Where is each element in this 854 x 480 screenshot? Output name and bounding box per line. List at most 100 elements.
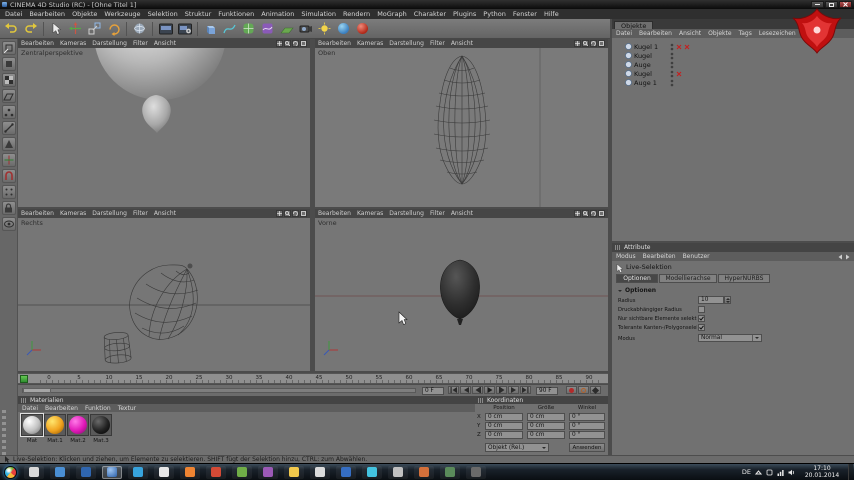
- model-mode-button[interactable]: [1, 57, 16, 71]
- lock-button[interactable]: [1, 201, 16, 215]
- workplane-mode-button[interactable]: [1, 89, 16, 103]
- attr-tab-hypernurbs[interactable]: HyperNURBS: [718, 274, 770, 283]
- coordinate-mode-dropdown[interactable]: Objekt (Rel.): [485, 443, 549, 452]
- radius-field[interactable]: 10: [698, 296, 724, 304]
- add-spline-button[interactable]: [221, 20, 238, 37]
- angle-p-field[interactable]: 0 °: [569, 422, 605, 430]
- tray-network-icon[interactable]: [777, 469, 784, 476]
- taskbar-clock[interactable]: 17:10 20.01.2014: [800, 465, 844, 479]
- current-frame-marker[interactable]: [20, 375, 28, 383]
- prev-key-button[interactable]: [460, 386, 471, 394]
- viewport-toggle-button[interactable]: [300, 210, 307, 217]
- taskbar-app-icon[interactable]: [362, 465, 382, 479]
- menu-animation[interactable]: Animation: [261, 10, 294, 18]
- end-frame-field[interactable]: 90 F: [536, 386, 558, 395]
- tray-action-center-icon[interactable]: [766, 469, 773, 476]
- viewport-menu-ansicht[interactable]: Ansicht: [451, 210, 473, 217]
- om-menu-datei[interactable]: Datei: [616, 30, 632, 37]
- size-x-field[interactable]: 0 cm: [527, 413, 565, 421]
- viewport-menu-darstellung[interactable]: Darstellung: [92, 210, 127, 217]
- taskbar-app-icon[interactable]: [154, 465, 174, 479]
- viewport-menu-kameras[interactable]: Kameras: [60, 40, 86, 47]
- visibility-dots-icon[interactable]: [670, 79, 674, 87]
- mat-menu-funktion[interactable]: Funktion: [85, 405, 111, 412]
- taskbar-app-icon-active[interactable]: [102, 465, 122, 479]
- start-button[interactable]: [4, 465, 17, 479]
- menu-funktionen[interactable]: Funktionen: [218, 10, 254, 18]
- disabled-tag-icon[interactable]: [676, 44, 682, 50]
- attr-menu-bearbeiten[interactable]: Bearbeiten: [643, 253, 676, 260]
- goto-start-button[interactable]: [448, 386, 459, 394]
- scale-tool-button[interactable]: [86, 20, 103, 37]
- edges-mode-button[interactable]: [1, 121, 16, 135]
- attr-tab-modellierachse[interactable]: Modellierachse: [659, 274, 717, 283]
- position-x-field[interactable]: 0 cm: [485, 413, 523, 421]
- coordinate-system-button[interactable]: [131, 20, 148, 37]
- viewport-zoom-button[interactable]: [582, 210, 589, 217]
- om-menu-objekte[interactable]: Objekte: [708, 30, 731, 37]
- menu-plugins[interactable]: Plugins: [453, 10, 476, 18]
- menu-bearbeiten[interactable]: Bearbeiten: [29, 10, 65, 18]
- render-settings-button[interactable]: [176, 20, 193, 37]
- tolerant-selection-checkbox[interactable]: [698, 324, 705, 331]
- material-swatch[interactable]: [44, 414, 66, 436]
- viewport-menu-bearbeiten[interactable]: Bearbeiten: [21, 40, 54, 47]
- taskbar-app-icon[interactable]: [180, 465, 200, 479]
- viewport-menu-bearbeiten[interactable]: Bearbeiten: [318, 210, 351, 217]
- taskbar-app-icon[interactable]: [258, 465, 278, 479]
- attr-menu-modus[interactable]: Modus: [616, 253, 636, 260]
- viewport-top[interactable]: Oben: [315, 48, 608, 207]
- powerslider-groove[interactable]: [22, 388, 416, 393]
- taskbar-app-icon[interactable]: [76, 465, 96, 479]
- pressure-radius-checkbox[interactable]: [698, 306, 705, 313]
- render-view-button[interactable]: [157, 20, 174, 37]
- viewport-right[interactable]: Rechts: [18, 218, 310, 371]
- taskbar-app-icon[interactable]: [50, 465, 70, 479]
- autokey-button[interactable]: [578, 386, 589, 394]
- add-light-button[interactable]: [316, 20, 333, 37]
- taskbar-app-icon[interactable]: [24, 465, 44, 479]
- viewport-front[interactable]: Vorne: [315, 218, 608, 371]
- add-camera-button[interactable]: [297, 20, 314, 37]
- menu-selektion[interactable]: Selektion: [148, 10, 178, 18]
- visibility-dots-icon[interactable]: [670, 43, 674, 51]
- axis-mode-button[interactable]: [1, 153, 16, 167]
- viewport-menu-darstellung[interactable]: Darstellung: [389, 40, 424, 47]
- mat-menu-datei[interactable]: Datei: [22, 405, 38, 412]
- viewport-menu-kameras[interactable]: Kameras: [60, 210, 86, 217]
- viewport-menu-ansicht[interactable]: Ansicht: [154, 210, 176, 217]
- history-forward-icon[interactable]: [845, 254, 850, 260]
- menu-mograph[interactable]: MoGraph: [377, 10, 407, 18]
- timeline-ruler[interactable]: 0 5 10 15 20 25 30 35 40 45 50 55 60 65 …: [18, 373, 608, 384]
- apply-button[interactable]: Anwenden: [569, 443, 605, 452]
- taskbar-app-icon[interactable]: [232, 465, 252, 479]
- angle-h-field[interactable]: 0 °: [569, 413, 605, 421]
- snap-button[interactable]: [1, 185, 16, 199]
- menu-datei[interactable]: Datei: [5, 10, 22, 18]
- tray-volume-icon[interactable]: [788, 469, 796, 476]
- next-key-button[interactable]: [508, 386, 519, 394]
- viewport-zoom-button[interactable]: [582, 40, 589, 47]
- mat-menu-bearbeiten[interactable]: Bearbeiten: [45, 405, 78, 412]
- powerslider-thumb[interactable]: [23, 388, 51, 393]
- language-indicator[interactable]: DE: [742, 468, 751, 476]
- keyframe-selection-button[interactable]: [590, 386, 601, 394]
- menu-struktur[interactable]: Struktur: [185, 10, 212, 18]
- mode-dropdown[interactable]: Normal: [698, 334, 762, 342]
- move-tool-button[interactable]: [67, 20, 84, 37]
- object-row[interactable]: Auge 1: [612, 78, 854, 87]
- taskbar-app-icon[interactable]: [414, 465, 434, 479]
- undo-button[interactable]: [3, 20, 20, 37]
- menu-werkzeuge[interactable]: Werkzeuge: [104, 10, 140, 18]
- viewport-menu-kameras[interactable]: Kameras: [357, 210, 383, 217]
- menu-simulation[interactable]: Simulation: [301, 10, 336, 18]
- position-z-field[interactable]: 0 cm: [485, 431, 523, 439]
- object-row[interactable]: Auge: [612, 60, 854, 69]
- start-frame-field[interactable]: 0 F: [422, 386, 444, 395]
- visibility-dots-icon[interactable]: [670, 61, 674, 69]
- taskbar-app-icon[interactable]: [128, 465, 148, 479]
- show-desktop-button[interactable]: [848, 463, 853, 480]
- add-material-ball-button[interactable]: [354, 20, 371, 37]
- viewport-menu-bearbeiten[interactable]: Bearbeiten: [21, 210, 54, 217]
- viewport-menu-filter[interactable]: Filter: [133, 210, 148, 217]
